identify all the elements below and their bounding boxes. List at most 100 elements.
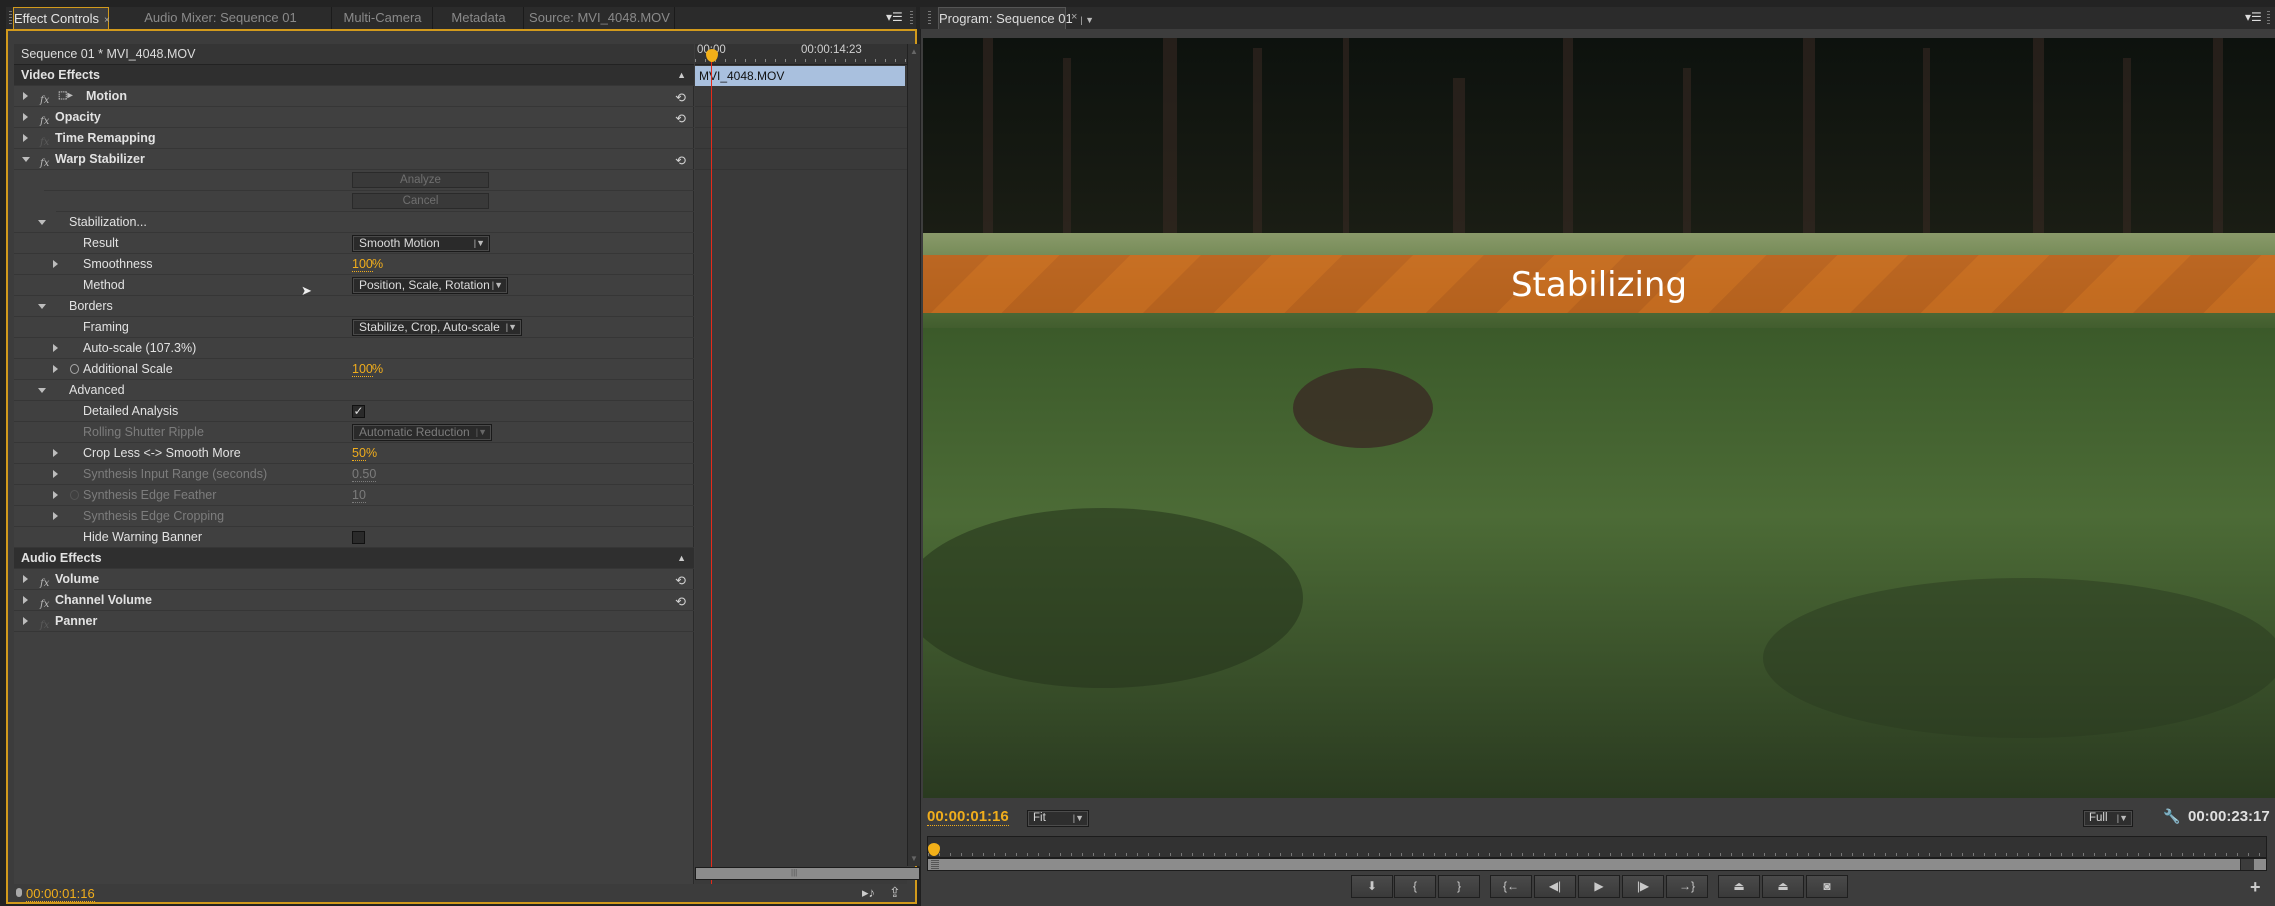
- mark-out-button[interactable]: }: [1438, 875, 1480, 898]
- scroll-down-icon[interactable]: ▼: [910, 854, 918, 863]
- crop-less-value[interactable]: 50: [352, 446, 366, 461]
- tab-source[interactable]: Source: MVI_4048.MOV: [525, 7, 675, 29]
- effect-row-warp-stabilizer[interactable]: fx Warp Stabilizer ⟲: [14, 149, 694, 170]
- expand-triangle-icon[interactable]: [53, 491, 58, 499]
- expand-triangle-icon[interactable]: [23, 113, 28, 121]
- panel-menu-icon[interactable]: ▾☰: [2245, 10, 2262, 24]
- expand-triangle-icon[interactable]: [23, 575, 28, 583]
- collapse-triangle-icon[interactable]: [38, 220, 46, 225]
- play-button[interactable]: ▶: [1578, 875, 1620, 898]
- expand-triangle-icon[interactable]: [53, 344, 58, 352]
- collapse-triangle-icon[interactable]: [38, 388, 46, 393]
- expand-triangle-icon[interactable]: [23, 617, 28, 625]
- step-back-button[interactable]: ◀|: [1534, 875, 1576, 898]
- reset-icon[interactable]: ⟲: [675, 109, 686, 129]
- effect-controls-timeline[interactable]: 00:00 00:00:14:23 MVI_4048.MOV: [695, 44, 907, 884]
- clip-bar[interactable]: MVI_4048.MOV: [695, 66, 905, 86]
- tab-program[interactable]: Program: Sequence 01 | ▼: [938, 7, 1094, 30]
- lift-button[interactable]: ⏏: [1718, 875, 1760, 898]
- panel-grip-icon[interactable]: [928, 11, 931, 25]
- expand-triangle-icon[interactable]: [23, 134, 28, 142]
- current-timecode[interactable]: 00:00:01:16: [26, 886, 95, 902]
- video-effects-header[interactable]: Video Effects ▲: [14, 65, 694, 86]
- stopwatch-icon[interactable]: [70, 364, 79, 374]
- effect-row-panner[interactable]: fx Panner: [14, 611, 694, 632]
- tab-effect-controls[interactable]: Effect Controls ×: [13, 7, 110, 30]
- expand-triangle-icon[interactable]: [53, 449, 58, 457]
- export-frame-button[interactable]: ◙: [1806, 875, 1848, 898]
- scroll-grip-icon[interactable]: |||: [791, 868, 797, 877]
- tab-metadata[interactable]: Metadata: [434, 7, 524, 29]
- close-tab-icon[interactable]: ×: [104, 15, 110, 26]
- chevron-down-icon[interactable]: | ▼: [1080, 15, 1094, 25]
- panel-grip-icon[interactable]: [910, 11, 913, 25]
- program-current-timecode[interactable]: 00:00:01:16: [927, 808, 1009, 826]
- mark-in-button[interactable]: {: [1394, 875, 1436, 898]
- effect-row-volume[interactable]: fx Volume ⟲: [14, 569, 694, 590]
- effect-row-time-remapping[interactable]: fx Time Remapping: [14, 128, 694, 149]
- expand-triangle-icon[interactable]: [53, 512, 58, 520]
- collapse-up-icon[interactable]: ▲: [677, 65, 686, 85]
- expand-triangle-icon[interactable]: [53, 260, 58, 268]
- reset-icon[interactable]: ⟲: [675, 571, 686, 591]
- extract-button[interactable]: ⏏: [1762, 875, 1804, 898]
- program-video-frame[interactable]: Stabilizing: [923, 38, 2275, 798]
- smoothness-value[interactable]: 100: [352, 257, 373, 272]
- effect-row-opacity[interactable]: fx Opacity ⟲: [14, 107, 694, 128]
- group-advanced[interactable]: Advanced: [14, 380, 694, 401]
- timeline-ruler[interactable]: 00:00 00:00:14:23: [695, 44, 907, 65]
- collapse-triangle-icon[interactable]: [38, 304, 46, 309]
- additional-scale-value[interactable]: 100: [352, 362, 373, 377]
- framing-dropdown[interactable]: Stabilize, Crop, Auto-scale |▼: [352, 319, 522, 336]
- expand-triangle-icon[interactable]: [53, 365, 58, 373]
- scroll-left-handle[interactable]: [931, 860, 939, 869]
- reset-icon[interactable]: ⟲: [675, 88, 686, 108]
- horizontal-scrollbar[interactable]: |||: [695, 867, 920, 880]
- expand-triangle-icon[interactable]: [23, 596, 28, 604]
- go-to-out-button[interactable]: →}: [1666, 875, 1708, 898]
- chevron-down-icon: |▼: [2116, 813, 2128, 823]
- playhead-line[interactable]: [711, 52, 712, 884]
- button-editor-add-icon[interactable]: +: [2250, 877, 2261, 898]
- step-forward-button[interactable]: |▶: [1622, 875, 1664, 898]
- chevron-down-icon: |▼: [505, 322, 517, 332]
- reset-icon[interactable]: ⟲: [675, 151, 686, 171]
- effect-row-channel-volume[interactable]: fx Channel Volume ⟲: [14, 590, 694, 611]
- scroll-right-handle[interactable]: [2240, 859, 2254, 870]
- playback-resolution-dropdown[interactable]: Full |▼: [2083, 810, 2133, 827]
- reset-icon[interactable]: ⟲: [675, 592, 686, 612]
- close-tab-icon[interactable]: ×: [1071, 11, 1077, 23]
- program-zoom-scrollbar[interactable]: [927, 858, 2267, 871]
- export-icon[interactable]: ⇪: [889, 884, 901, 901]
- audio-effects-header[interactable]: Audio Effects ▲: [14, 548, 694, 569]
- tab-multi-camera[interactable]: Multi-Camera: [333, 7, 433, 29]
- wrench-settings-icon[interactable]: 🔧: [2163, 808, 2180, 825]
- property-label: Result: [83, 236, 119, 250]
- cancel-button[interactable]: Cancel: [352, 193, 489, 209]
- result-dropdown[interactable]: Smooth Motion |▼: [352, 235, 490, 252]
- tab-audio-mixer[interactable]: Audio Mixer: Sequence 01: [110, 7, 332, 29]
- analyze-button[interactable]: Analyze: [352, 172, 489, 188]
- scroll-up-icon[interactable]: ▲: [910, 47, 918, 56]
- method-dropdown[interactable]: Position, Scale, Rotation |▼: [352, 277, 508, 294]
- transform-handle-icon[interactable]: ⬚▸: [58, 86, 72, 106]
- detailed-analysis-checkbox[interactable]: ✓: [352, 405, 365, 418]
- chevron-down-icon: |▼: [1072, 813, 1084, 823]
- panel-grip-icon[interactable]: [2267, 11, 2270, 25]
- add-marker-button[interactable]: ⬇: [1351, 875, 1393, 898]
- group-borders[interactable]: Borders: [14, 296, 694, 317]
- collapse-triangle-icon[interactable]: [22, 157, 30, 162]
- audio-only-icon[interactable]: ▸♪: [862, 885, 875, 901]
- panel-grip-icon[interactable]: [9, 11, 12, 25]
- vertical-scrollbar[interactable]: ▲ ▼: [907, 44, 920, 866]
- collapse-up-icon[interactable]: ▲: [677, 548, 686, 568]
- expand-triangle-icon[interactable]: [23, 92, 28, 100]
- program-time-ruler[interactable]: [927, 836, 2267, 858]
- zoom-level-dropdown[interactable]: Fit |▼: [1027, 810, 1089, 827]
- group-stabilization[interactable]: Stabilization...: [14, 212, 694, 233]
- effect-row-motion[interactable]: fx ⬚▸ Motion ⟲: [14, 86, 694, 107]
- go-to-in-button[interactable]: {←: [1490, 875, 1532, 898]
- panel-menu-icon[interactable]: ▾☰: [886, 10, 903, 24]
- expand-triangle-icon[interactable]: [53, 470, 58, 478]
- hide-warning-checkbox[interactable]: [352, 531, 365, 544]
